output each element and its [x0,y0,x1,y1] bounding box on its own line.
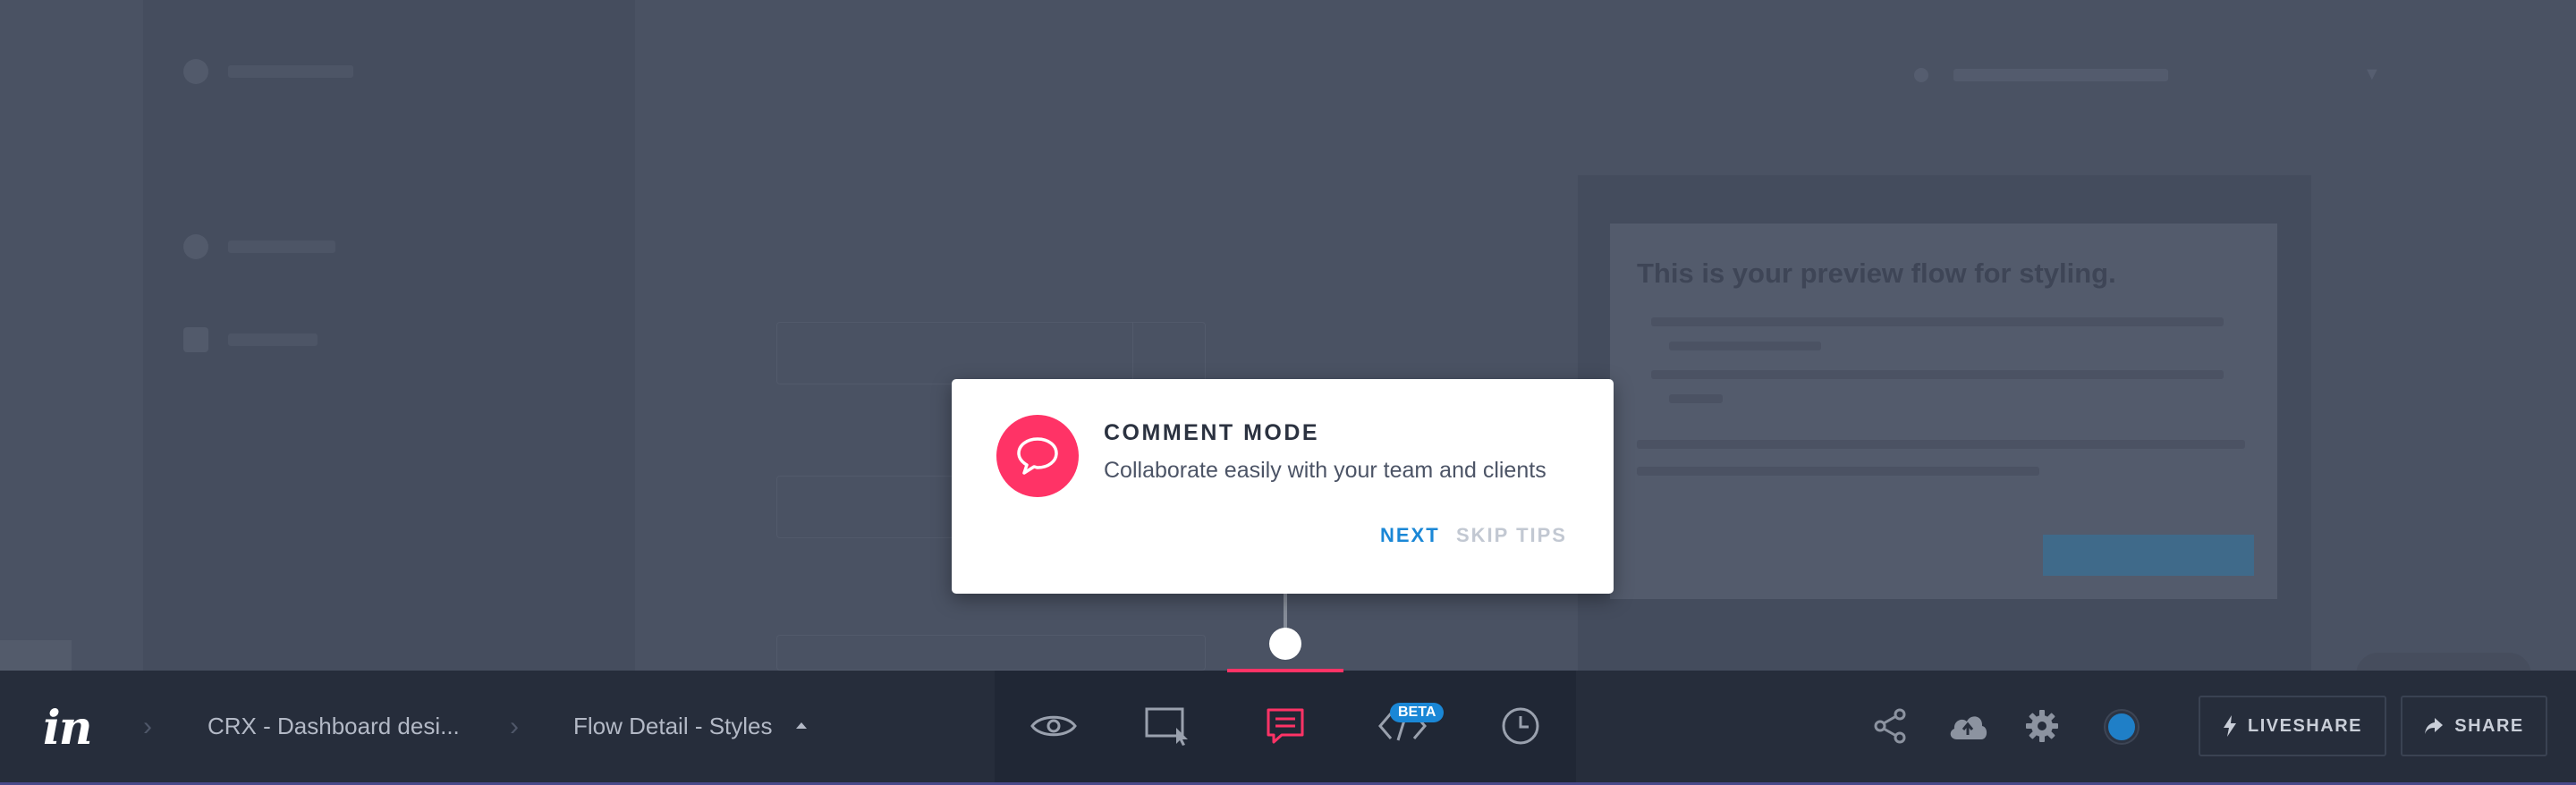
beta-badge: BETA [1390,703,1445,722]
help-icon [183,59,208,84]
speech-bubble-icon [1017,437,1058,475]
settings-button[interactable] [2015,699,2069,753]
tip-title: COMMENT MODE [1104,420,1320,445]
share-arrow-icon [2425,718,2444,734]
caret-up-icon[interactable] [796,722,807,729]
chevron-right-icon: › [143,712,152,741]
tip-skip-button[interactable]: SKIP TIPS [1456,524,1567,547]
breadcrumb-project[interactable]: CRX - Dashboard desi... [208,713,460,740]
breadcrumb-screen[interactable]: Flow Detail - Styles [573,713,773,740]
preview-mode-button[interactable] [1018,690,1089,762]
chevron-down-icon: ▼ [2363,64,2381,84]
tip-body: Collaborate easily with your team and cl… [1104,458,1546,483]
liveshare-label: LIVESHARE [2248,715,2362,736]
comment-icon [1267,708,1304,744]
tip-chat-icon [996,415,1079,497]
build-mode-button[interactable] [1131,690,1203,762]
share-button[interactable]: SHARE [2401,696,2547,756]
preview-title: This is your preview flow for styling. [1637,257,2116,289]
comment-mode-button[interactable] [1250,690,1321,762]
cloud-upload-icon [1950,716,1987,739]
pencil-icon [1132,323,1205,384]
cloud-upload-button[interactable] [1941,699,1995,753]
eye-icon [1030,715,1077,737]
side-tag [0,640,72,671]
share-nodes-button[interactable] [1863,699,1917,753]
chat-icon [183,234,208,259]
standard-border-field [776,635,1206,671]
share-label: SHARE [2454,715,2524,736]
liveshare-button[interactable]: LIVESHARE [2199,696,2386,756]
lightning-icon [2224,715,2237,737]
template-select: ▼ [1914,64,2381,85]
chevron-right-icon: › [510,712,519,741]
history-mode-button[interactable] [1485,690,1556,762]
share-nodes-icon [1874,708,1906,744]
comment-mode-tip: COMMENT MODE Collaborate easily with you… [952,379,1614,594]
clock-icon [1502,707,1539,745]
sidebar-item-comments [183,234,335,259]
invision-logo[interactable]: in [43,701,93,755]
primary-color-field [776,322,1206,384]
tip-next-button[interactable]: NEXT [1380,524,1440,547]
user-status-avatar[interactable] [2106,711,2138,743]
sidebar-item-help [183,59,353,84]
gear-icon [2026,710,2058,742]
active-mode-indicator [1227,669,1343,672]
hotspot-icon [1145,707,1188,746]
bookmark-icon [183,327,208,352]
inspect-mode-button[interactable] [1367,690,1438,762]
sidebar-item-bookmarks [183,327,318,352]
tip-pointer-dot [1269,628,1301,660]
preview-button [2043,535,2254,576]
